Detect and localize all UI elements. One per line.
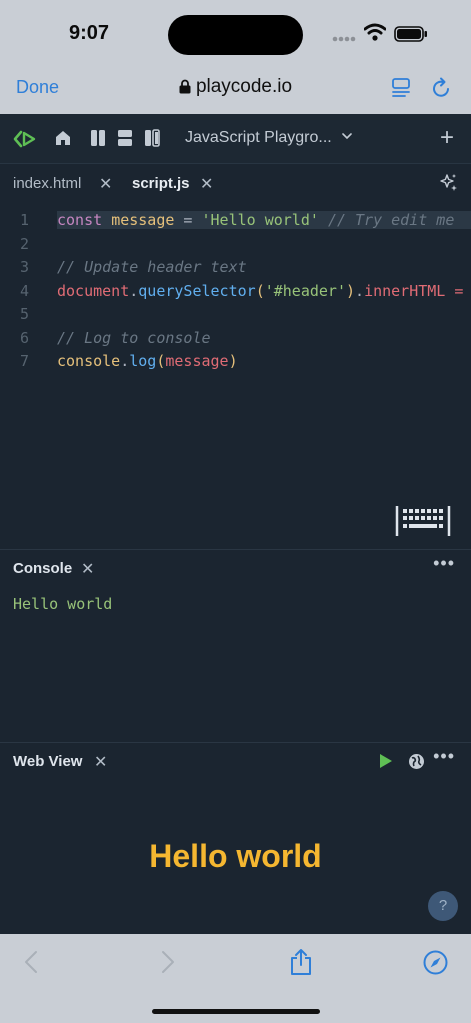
line-number: 2: [20, 234, 30, 253]
app-toolbar: JavaScript Playgro... +: [0, 114, 471, 164]
signal-icon: [332, 36, 356, 42]
status-bar: 9:07: [0, 0, 471, 64]
code-line[interactable]: 7 console.log(message): [0, 352, 471, 374]
code-token: querySelector: [138, 281, 256, 300]
line-number: 3: [20, 258, 30, 276]
code-text: // Log to console: [57, 329, 471, 347]
code-token: // Log to console: [57, 328, 211, 347]
project-name: JavaScript Playgro...: [185, 129, 332, 146]
code-token: // Update header text: [57, 258, 247, 276]
url-text: playcode.io: [195, 76, 293, 97]
code-token: document: [57, 281, 130, 300]
keyboard-icon[interactable]: [393, 503, 453, 539]
code-token: '#header': [264, 281, 346, 300]
dynamic-island: [168, 15, 303, 55]
chevron-down-icon: [341, 133, 352, 140]
webview-panel-header: Web View ✕ •••: [0, 742, 471, 780]
layout-rows-icon[interactable]: [117, 129, 133, 147]
close-icon[interactable]: ✕: [99, 174, 112, 194]
code-text: const message = 'Hello world' // Try edi…: [57, 211, 471, 229]
home-indicator: [152, 1009, 320, 1014]
layout-columns-icon[interactable]: [90, 129, 106, 147]
line-number: 1: [20, 211, 30, 229]
code-token: console: [57, 352, 121, 370]
console-panel-header: Console ✕ •••: [0, 549, 471, 587]
help-button[interactable]: ?: [428, 891, 458, 921]
compass-icon[interactable]: [423, 950, 448, 975]
tab-script-js[interactable]: script.js: [132, 175, 190, 192]
code-token: (: [255, 281, 265, 300]
code-token: ): [346, 281, 356, 300]
line-number: 5: [20, 305, 30, 323]
code-token: message: [111, 211, 175, 229]
line-number: 6: [20, 328, 30, 347]
code-line[interactable]: 5: [0, 305, 471, 327]
code-token: =: [174, 211, 202, 229]
close-icon[interactable]: ✕: [94, 752, 107, 772]
webview-heading: Hello world: [149, 838, 322, 874]
tab-index-html[interactable]: index.html: [13, 175, 81, 192]
lock-icon: [179, 79, 191, 94]
code-token: 'Hello world': [201, 211, 319, 229]
run-play-icon[interactable]: [379, 753, 393, 769]
wifi-icon: [364, 23, 386, 41]
reload-icon[interactable]: [431, 77, 453, 99]
ai-sparkle-icon[interactable]: [439, 173, 459, 193]
share-icon[interactable]: [289, 948, 313, 976]
console-more-icon[interactable]: •••: [433, 553, 455, 574]
code-editor[interactable]: 1 const message = 'Hello world' // Try ed…: [0, 207, 471, 547]
project-selector[interactable]: JavaScript Playgro...: [185, 129, 352, 147]
reader-format-icon[interactable]: [391, 77, 413, 99]
code-line[interactable]: 4 document.querySelector('#header').inner…: [0, 282, 471, 304]
webview-title: Web View: [13, 753, 83, 770]
browser-bottom-bar: [0, 934, 471, 1023]
code-line[interactable]: 1 const message = 'Hello world' // Try ed…: [0, 211, 471, 233]
line-number: 7: [20, 352, 30, 370]
code-line[interactable]: 3 // Update header text: [0, 258, 471, 280]
code-text: document.querySelector('#header').innerH…: [57, 282, 471, 300]
code-token: log: [129, 352, 157, 370]
home-icon[interactable]: [54, 129, 72, 147]
file-tabs: index.html ✕ script.js ✕: [0, 165, 471, 203]
playcode-logo-icon[interactable]: [12, 126, 38, 152]
code-token: message: [165, 352, 229, 370]
code-token: const: [57, 211, 103, 229]
code-token: .: [129, 281, 139, 300]
console-title: Console: [13, 560, 73, 577]
console-output: Hello world: [13, 595, 113, 613]
code-line[interactable]: 2: [0, 235, 471, 257]
back-icon[interactable]: [24, 950, 38, 974]
browser-top-bar: Done playcode.io: [0, 64, 471, 114]
close-icon[interactable]: ✕: [200, 174, 213, 194]
line-number: 4: [20, 281, 30, 300]
close-icon[interactable]: ✕: [81, 559, 94, 579]
layout-split-icon[interactable]: [144, 129, 160, 147]
webview-more-icon[interactable]: •••: [433, 746, 455, 767]
code-token: // Try edit me: [327, 211, 455, 229]
code-token: innerHTML = message: [364, 281, 471, 300]
forward-icon[interactable]: [161, 950, 175, 974]
code-token: ): [228, 352, 238, 370]
code-line[interactable]: 6 // Log to console: [0, 329, 471, 351]
code-text: console.log(message): [57, 352, 471, 370]
battery-icon: [394, 26, 427, 42]
code-token: .: [120, 352, 130, 370]
code-token: .: [355, 281, 365, 300]
code-text: // Update header text: [57, 258, 471, 276]
status-time: 9:07: [69, 22, 110, 44]
globe-icon[interactable]: [408, 753, 425, 770]
add-button[interactable]: +: [440, 124, 454, 152]
